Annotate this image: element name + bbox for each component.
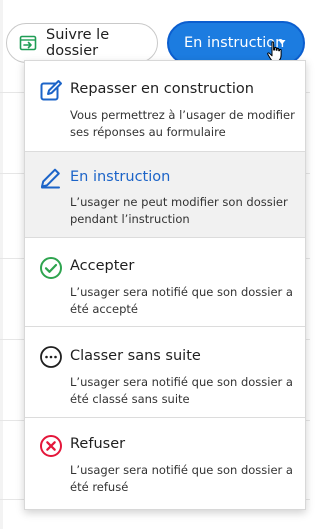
follow-icon bbox=[19, 34, 37, 52]
menu-item-repasser-en-construction[interactable]: Repasser en construction Vous permettrez… bbox=[25, 61, 305, 152]
menu-item-title: Refuser bbox=[70, 436, 126, 452]
menu-item-title: En instruction bbox=[70, 169, 171, 185]
menu-item-title: Repasser en construction bbox=[70, 81, 254, 97]
status-dropdown-button[interactable]: En instruction bbox=[167, 21, 305, 65]
menu-item-classer-sans-suite[interactable]: Classer sans suite L’usager sera notifié… bbox=[25, 327, 305, 418]
follow-dossier-button[interactable]: Suivre le dossier bbox=[6, 23, 158, 63]
cross-circle-icon bbox=[39, 434, 63, 458]
pencil-icon bbox=[39, 166, 63, 190]
menu-item-description: L’usager sera notifié que son dossier a … bbox=[70, 375, 293, 406]
check-circle-icon bbox=[39, 256, 63, 280]
menu-item-description: Vous permettrez à l’usager de modifier s… bbox=[70, 108, 295, 139]
caret-down-icon bbox=[277, 37, 287, 47]
status-dropdown-menu: Repasser en construction Vous permettrez… bbox=[24, 60, 306, 510]
menu-item-description: L’usager sera notifié que son dossier a … bbox=[70, 463, 293, 494]
menu-item-en-instruction[interactable]: En instruction L’usager ne peut modifier… bbox=[25, 152, 305, 238]
follow-dossier-label: Suivre le dossier bbox=[46, 27, 110, 59]
menu-item-description: L’usager sera notifié que son dossier a … bbox=[70, 285, 293, 316]
page-background-edge bbox=[0, 0, 3, 529]
status-dropdown-label: En instruction bbox=[184, 35, 285, 51]
menu-item-refuser[interactable]: Refuser L’usager sera notifié que son do… bbox=[25, 418, 305, 509]
ellipsis-circle-icon bbox=[39, 345, 63, 369]
menu-item-title: Accepter bbox=[70, 258, 135, 274]
dossier-toolbar: Suivre le dossier En instruction bbox=[0, 0, 310, 65]
edit-square-icon bbox=[39, 79, 63, 103]
menu-item-accepter[interactable]: Accepter L’usager sera notifié que son d… bbox=[25, 238, 305, 327]
menu-item-description: L’usager ne peut modifier son dossier pe… bbox=[70, 195, 288, 226]
menu-item-title: Classer sans suite bbox=[70, 348, 201, 364]
